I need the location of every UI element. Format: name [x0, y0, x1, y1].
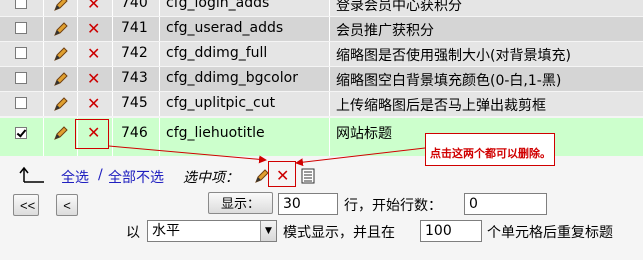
row-checkbox[interactable] — [15, 47, 27, 59]
edit-pencil-icon[interactable] — [52, 20, 70, 38]
row-name: cfg_ddimg_full — [166, 45, 268, 61]
edit-pencil-icon[interactable] — [52, 0, 70, 13]
table-row[interactable]: ✕ 742 cfg_ddimg_full 缩略图是否使用强制大小(对背景填充) — [0, 42, 643, 66]
first-page-button[interactable]: << — [13, 194, 39, 216]
selection-toolbar: 全选 / 全部不选 选中项： ✕ — [0, 163, 643, 189]
edit-pencil-icon[interactable] — [253, 167, 271, 185]
row-checkbox[interactable] — [15, 127, 27, 139]
row-name: cfg_ddimg_bgcolor — [166, 70, 298, 86]
row-name: cfg_uplitpic_cut — [166, 95, 276, 111]
row-checkbox[interactable] — [15, 72, 27, 84]
rows-count-input[interactable]: 30 — [278, 193, 338, 215]
edit-pencil-icon[interactable] — [52, 70, 70, 88]
repeat-header-input[interactable]: 100 — [420, 220, 482, 242]
highlight-box-delete — [75, 119, 109, 149]
delete-x-icon[interactable]: ✕ — [87, 95, 100, 113]
select-all-link[interactable]: 全选 — [61, 167, 89, 187]
mode-suffix-label: 模式显示，并且在 — [283, 225, 395, 241]
edit-pencil-icon[interactable] — [52, 95, 70, 113]
delete-x-icon[interactable]: ✕ — [87, 20, 100, 38]
row-name: cfg_login_adds — [166, 0, 270, 11]
with-label: 以 — [126, 225, 140, 241]
row-checkbox[interactable] — [15, 22, 27, 34]
row-desc: 网站标题 — [336, 126, 392, 142]
display-mode-select[interactable]: 水平 ▼ — [147, 220, 277, 242]
row-desc: 登录会员中心获积分 — [336, 0, 462, 14]
prev-page-button[interactable]: < — [56, 194, 78, 216]
row-name: cfg_userad_adds — [166, 20, 284, 36]
export-table-icon[interactable] — [300, 168, 316, 184]
chevron-down-icon[interactable]: ▼ — [260, 221, 276, 241]
annotation-note: 点击这两个都可以删除。 — [425, 133, 555, 166]
table-row[interactable]: ✕ 741 cfg_userad_adds 会员推广获积分 — [0, 17, 643, 41]
table-row[interactable]: ✕ 740 cfg_login_adds 登录会员中心获积分 — [0, 0, 643, 16]
row-name: cfg_liehuotitle — [166, 125, 265, 141]
deselect-all-link[interactable]: 全部不选 — [108, 167, 164, 187]
link-separator: / — [98, 167, 103, 183]
row-id: 742 — [121, 45, 148, 61]
repeat-suffix-label: 个单元格后重复标题 — [487, 225, 613, 241]
edit-pencil-icon[interactable] — [52, 45, 70, 63]
with-selected-label: 选中项： — [183, 170, 239, 186]
table-row[interactable]: ✕ 745 cfg_uplitpic_cut 上传缩略图后是否马上弹出裁剪框 — [0, 92, 643, 116]
row-checkbox[interactable] — [15, 0, 27, 9]
row-desc: 上传缩略图后是否马上弹出裁剪框 — [336, 98, 546, 114]
row-id: 740 — [121, 0, 148, 11]
row-id: 745 — [121, 95, 148, 111]
row-id: 741 — [121, 20, 148, 36]
edit-pencil-icon[interactable] — [52, 124, 70, 142]
show-button[interactable]: 显示： — [208, 192, 273, 214]
delete-x-icon[interactable]: ✕ — [87, 45, 100, 63]
delete-x-icon[interactable]: ✕ — [87, 0, 100, 13]
return-arrow-icon — [19, 166, 44, 183]
table-row[interactable]: ✕ 743 cfg_ddimg_bgcolor 缩略图空白背景填充颜色(0-白,… — [0, 67, 643, 91]
delete-x-icon[interactable]: ✕ — [276, 166, 289, 185]
row-checkbox[interactable] — [15, 97, 27, 109]
row-desc: 缩略图是否使用强制大小(对背景填充) — [336, 48, 571, 64]
row-desc: 缩略图空白背景填充颜色(0-白,1-黑) — [336, 73, 562, 89]
row-id: 746 — [121, 125, 148, 141]
row-desc: 会员推广获积分 — [336, 23, 434, 39]
start-row-input[interactable]: 0 — [464, 193, 547, 215]
display-mode-value: 水平 — [152, 223, 180, 239]
rows-start-label: 行，开始行数： — [344, 198, 442, 214]
row-id: 743 — [121, 70, 148, 86]
delete-x-icon[interactable]: ✕ — [87, 70, 100, 88]
